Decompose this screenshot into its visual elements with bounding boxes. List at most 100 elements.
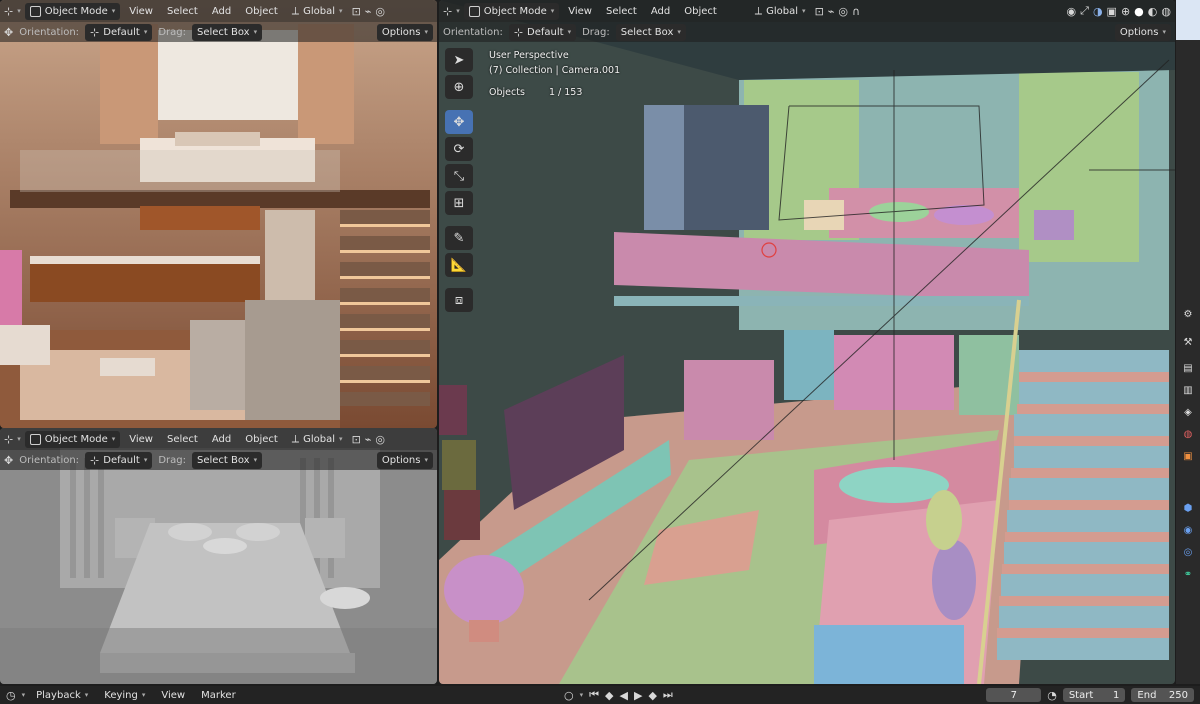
preview-range-icon[interactable]: ◔ <box>1047 689 1057 702</box>
options-dropdown[interactable]: Options ▾ <box>376 451 433 469</box>
add-cube-tool-icon[interactable]: ⧈ <box>445 288 473 312</box>
menu-select[interactable]: Select <box>162 3 203 20</box>
object-properties-icon[interactable]: ▣ <box>1180 448 1196 464</box>
output-properties-icon[interactable]: ▤ <box>1180 360 1196 376</box>
menu-add[interactable]: Add <box>207 3 236 20</box>
tool-properties-icon[interactable]: ⚙ <box>1180 306 1196 322</box>
move-tool-icon[interactable]: ✥ <box>445 110 473 134</box>
frame-start-field[interactable]: Start 1 <box>1062 688 1126 702</box>
transform-orientation-dropdown[interactable]: ⟂ Global ▾ <box>750 3 811 20</box>
overlays-icon[interactable]: ◑ <box>1093 5 1103 18</box>
mode-dropdown-bottom[interactable]: Object Mode ▾ <box>24 430 121 448</box>
play-reverse-icon[interactable]: ◀ <box>620 689 628 702</box>
jump-keyframe-forward-icon[interactable]: ◆ <box>648 689 656 702</box>
drag-dropdown[interactable]: Select Box ▾ <box>191 23 263 41</box>
proportional-edit-icon[interactable]: ◎ <box>375 433 385 446</box>
viewport-info-overlay: User Perspective (7) Collection | Camera… <box>489 48 620 100</box>
rendered-shading-icon[interactable]: ◍ <box>1161 5 1171 18</box>
transform-orientation-dropdown[interactable]: ⟂ Global ▾ <box>287 431 348 448</box>
pivot-icon[interactable]: ⊡ <box>352 433 361 446</box>
render-properties-icon[interactable]: ⚒ <box>1180 334 1196 350</box>
modifier-properties-icon[interactable]: ⬢ <box>1180 500 1196 516</box>
transform-orientation-icon: ⟂ <box>754 4 763 17</box>
annotate-tool-icon[interactable]: ✎ <box>445 226 473 250</box>
orientation-dropdown[interactable]: ⊹ Default ▾ <box>508 23 577 41</box>
menu-select[interactable]: Select <box>601 3 642 20</box>
play-icon[interactable]: ▶ <box>634 689 642 702</box>
viewport-top-left[interactable]: ⊹ ▾ Object Mode ▾ View Select Add Object ⟂… <box>0 0 437 428</box>
viewport-header-bottom: ⊹ ▾ Object Mode ▾ View Select Add Object ⟂… <box>0 428 437 450</box>
auto-keying-icon[interactable]: ○ <box>564 689 574 702</box>
move-tool-small-icon: ✥ <box>4 25 14 39</box>
menu-view[interactable]: View <box>124 3 158 20</box>
transform-orientation-dropdown[interactable]: ⟂ Global ▾ <box>287 3 348 20</box>
constraints-properties-icon[interactable]: ⚭ <box>1180 566 1196 582</box>
drag-dropdown[interactable]: Select Box ▾ <box>191 451 263 469</box>
perspective-label: User Perspective <box>489 50 569 61</box>
view-layer-properties-icon[interactable]: ▥ <box>1180 382 1196 398</box>
options-dropdown[interactable]: Options ▾ <box>1114 23 1171 41</box>
jump-start-icon[interactable]: ⏮ <box>589 688 599 702</box>
current-frame-field[interactable]: 7 <box>986 688 1042 702</box>
material-shading-icon[interactable]: ◐ <box>1148 5 1158 18</box>
random-color-scene <box>439 0 1175 684</box>
properties-tab-strip: ⚙ ⚒ ▤ ▥ ◈ ◍ ▣ ⬢ ◉ ◎ ⚭ <box>1176 0 1200 684</box>
cursor-tool-icon[interactable]: ⊕ <box>445 75 473 99</box>
timeline-header: ◷ ▾ Playback ▾ Keying ▾ View Marker ○ ▾ ⏮ ◆ … <box>0 686 1200 704</box>
menu-object[interactable]: Object <box>679 3 722 20</box>
pivot-icon[interactable]: ⊡ <box>352 5 361 18</box>
proportional-edit-icon[interactable]: ◎ <box>838 5 848 18</box>
collection-label: (7) Collection | Camera.001 <box>489 65 621 76</box>
options-dropdown[interactable]: Options ▾ <box>376 23 433 41</box>
scale-tool-icon[interactable]: ⤡ <box>445 164 473 188</box>
menu-view[interactable]: View <box>124 431 158 448</box>
menu-object[interactable]: Object <box>240 3 283 20</box>
particles-properties-icon[interactable]: ◉ <box>1180 522 1196 538</box>
frame-end-field[interactable]: End 250 <box>1131 688 1195 702</box>
mode-dropdown-main[interactable]: Object Mode ▾ <box>463 2 560 20</box>
menu-add[interactable]: Add <box>646 3 675 20</box>
viewport-bottom-left[interactable]: ⊹ ▾ Object Mode ▾ View Select Add Object ⟂… <box>0 428 437 684</box>
tool-shelf: ➤ ⊕ ✥ ⟳ ⤡ ⊞ ✎ 📐 ⧈ <box>445 48 475 312</box>
orientation-dropdown[interactable]: ⊹ Default ▾ <box>85 23 153 41</box>
transform-tool-icon[interactable]: ⊞ <box>445 191 473 215</box>
measure-tool-icon[interactable]: 📐 <box>445 253 473 277</box>
wireframe-shading-icon[interactable]: ⊕ <box>1121 5 1130 18</box>
select-box-tool-icon[interactable]: ➤ <box>445 48 473 72</box>
menu-select[interactable]: Select <box>162 431 203 448</box>
jump-keyframe-back-icon[interactable]: ◆ <box>605 689 613 702</box>
orientation-dropdown[interactable]: ⊹ Default ▾ <box>85 451 153 469</box>
xray-icon[interactable]: ▣ <box>1107 5 1117 18</box>
objects-count: 1 / 153 <box>548 87 583 98</box>
viewport-main[interactable]: ⊹ ▾ Object Mode ▾ View Select Add Object ⟂… <box>439 0 1175 684</box>
snap-icon[interactable]: ⌁ <box>365 5 372 18</box>
proportional-edit-icon[interactable]: ◎ <box>375 5 385 18</box>
falloff-icon[interactable]: ∩ <box>852 5 860 18</box>
snap-icon[interactable]: ⌁ <box>828 5 835 18</box>
drag-label: Drag: <box>582 26 610 38</box>
world-properties-icon[interactable]: ◍ <box>1180 426 1196 442</box>
marker-menu[interactable]: Marker <box>196 687 241 704</box>
keying-menu[interactable]: Keying ▾ <box>99 687 150 704</box>
snap-icon[interactable]: ⌁ <box>365 433 372 446</box>
playback-menu[interactable]: Playback ▾ <box>31 687 93 704</box>
drag-dropdown[interactable]: Select Box ▾ <box>615 23 686 41</box>
scene-properties-icon[interactable]: ◈ <box>1180 404 1196 420</box>
visibility-eye-icon[interactable]: ◉ <box>1067 5 1077 18</box>
viewport-editor-icon[interactable]: ⊹ <box>443 5 452 18</box>
solid-shading-icon[interactable]: ● <box>1134 5 1144 18</box>
gizmo-icon[interactable]: ⤢ <box>1080 4 1089 18</box>
timeline-view-menu[interactable]: View <box>156 687 190 704</box>
viewport-editor-icon[interactable]: ⊹ <box>4 433 13 446</box>
menu-add[interactable]: Add <box>207 431 236 448</box>
menu-object[interactable]: Object <box>240 431 283 448</box>
viewport-header-main: ⊹ ▾ Object Mode ▾ View Select Add Object ⟂… <box>439 0 1175 22</box>
timeline-editor-icon[interactable]: ◷ <box>6 689 16 702</box>
physics-properties-icon[interactable]: ◎ <box>1180 544 1196 560</box>
pivot-icon[interactable]: ⊡ <box>815 5 824 18</box>
rotate-tool-icon[interactable]: ⟳ <box>445 137 473 161</box>
mode-dropdown[interactable]: Object Mode ▾ <box>24 2 121 20</box>
menu-view[interactable]: View <box>563 3 597 20</box>
viewport-editor-icon[interactable]: ⊹ <box>4 5 13 18</box>
jump-end-icon[interactable]: ⏭ <box>663 688 673 702</box>
